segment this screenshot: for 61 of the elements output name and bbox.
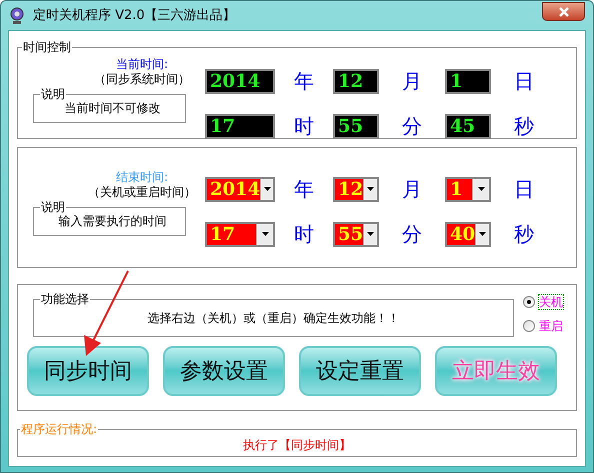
unit-label: 时 — [293, 113, 315, 140]
unit-label: 时 — [293, 221, 315, 248]
time-dropdown[interactable]: 1 — [445, 176, 491, 202]
unit-label: 月 — [401, 176, 423, 203]
time-dropdown[interactable]: 2014 — [205, 176, 275, 202]
note-text: 当前时间不可修改 — [64, 100, 162, 116]
dropdown-value: 2014 — [209, 178, 260, 200]
time-dropdown[interactable]: 40 — [445, 222, 491, 246]
unit-label: 分 — [401, 221, 423, 248]
hint-text: 选择右边（关机）或（重启）确定生效功能！！ — [146, 310, 400, 327]
status-message: 执行了【同步时间】 — [242, 437, 352, 454]
time-display: 2014 — [205, 68, 275, 94]
time-display: 1 — [445, 68, 491, 94]
radio-option[interactable]: 关机 — [523, 295, 563, 309]
group-title: 时间控制 — [22, 41, 72, 53]
note-title: 说明 — [40, 201, 66, 213]
time-display: 45 — [445, 114, 491, 138]
caret-icon — [367, 187, 374, 191]
unit-label: 分 — [401, 113, 423, 140]
radio-option[interactable]: 重启 — [523, 319, 563, 333]
unit-label: 年 — [293, 68, 315, 95]
dropdown-value: 55 — [337, 224, 364, 244]
unit-label: 日 — [513, 176, 535, 203]
dropdown-value: 1 — [449, 178, 464, 200]
caret-icon — [264, 187, 271, 191]
time-dropdown[interactable]: 55 — [333, 222, 379, 246]
time-dropdown[interactable]: 12 — [333, 176, 379, 202]
time-display: 17 — [205, 114, 275, 138]
group-title: 功能选择 — [40, 293, 90, 305]
webcam-icon — [9, 6, 25, 24]
close-button[interactable] — [542, 2, 585, 21]
radio-button[interactable] — [523, 296, 535, 308]
note-title: 说明 — [40, 88, 66, 100]
note-text: 输入需要执行的时间 — [58, 213, 168, 229]
unit-label: 秒 — [513, 221, 535, 248]
radio-label: 重启 — [539, 319, 563, 333]
caret-icon — [478, 187, 484, 191]
caret-icon — [479, 232, 486, 236]
window-title: 定时关机程序 V2.0【三六游出品】 — [33, 6, 236, 25]
section-subheading: （关机或重启时间） — [87, 185, 197, 200]
dropdown-value: 40 — [449, 224, 476, 244]
action-button[interactable]: 参数设置 — [163, 346, 285, 396]
section-heading: 结束时间: — [114, 170, 170, 185]
close-icon — [558, 6, 568, 16]
dropdown-value: 17 — [209, 224, 236, 244]
time-display: 12 — [333, 68, 379, 94]
section-heading: 当前时间: — [114, 57, 170, 72]
action-button[interactable]: 设定重置 — [299, 346, 421, 396]
time-dropdown[interactable]: 17 — [205, 222, 275, 246]
unit-label: 日 — [513, 68, 535, 95]
unit-label: 年 — [293, 176, 315, 203]
group-title: 程序运行情况: — [20, 423, 98, 435]
caret-icon — [262, 232, 268, 236]
unit-label: 月 — [401, 68, 423, 95]
radio-button[interactable] — [523, 320, 535, 332]
time-display: 55 — [333, 114, 379, 138]
radio-label: 关机 — [539, 295, 563, 309]
caret-icon — [367, 232, 374, 236]
dropdown-value: 12 — [337, 178, 364, 200]
unit-label: 秒 — [513, 113, 535, 140]
action-button[interactable]: 同步时间 — [27, 346, 149, 396]
